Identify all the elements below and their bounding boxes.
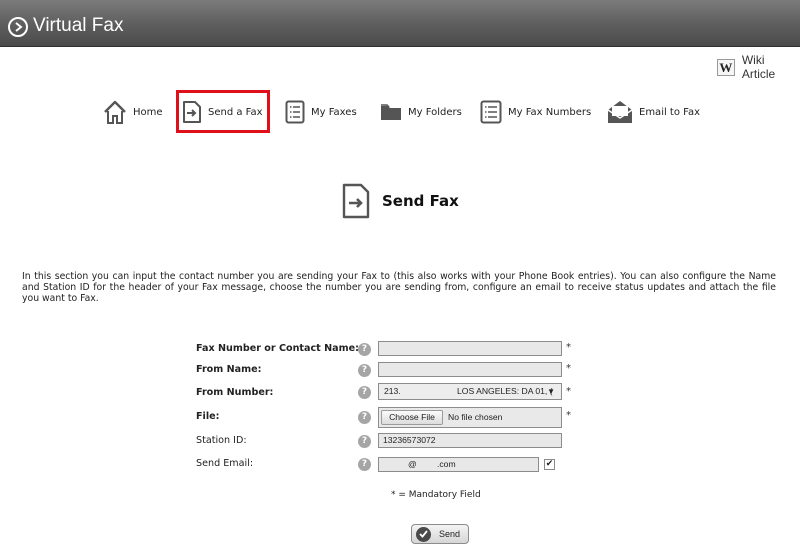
required-mark: *: [566, 363, 571, 374]
home-icon: [104, 100, 126, 124]
mandatory-note: * = Mandatory Field: [391, 490, 481, 500]
nav-label-send-a-fax: Send a Fax: [208, 106, 263, 118]
app-title: Virtual Fax: [33, 15, 124, 36]
nav-item-email-to-fax[interactable]: Email to Fax: [607, 100, 700, 124]
from-number-city: LOS ANGELES: DA 01, (: [457, 386, 553, 396]
title-bar: Virtual Fax: [0, 0, 800, 47]
nav-label-my-folders: My Folders: [408, 106, 462, 118]
dropdown-arrow-icon: ▼: [547, 387, 555, 396]
required-mark: *: [566, 386, 571, 397]
send-button[interactable]: Send: [411, 524, 469, 544]
send-fax-icon: [183, 101, 201, 123]
from-name-label: From Name:: [196, 364, 262, 375]
wiki-article-label: Wiki Article: [741, 53, 776, 81]
email-domain: .com: [437, 459, 456, 469]
nav-item-my-fax-numbers[interactable]: My Fax Numbers: [480, 100, 591, 124]
help-icon[interactable]: ?: [358, 411, 371, 424]
nav-item-my-faxes[interactable]: My Faxes: [285, 100, 357, 124]
from-number-select[interactable]: 213. LOS ANGELES: DA 01, ( ▼: [378, 383, 562, 400]
send-email-label: Send Email:: [196, 458, 254, 469]
station-id-input[interactable]: 13236573072: [378, 433, 562, 448]
nav-label-my-fax-numbers: My Fax Numbers: [508, 106, 592, 118]
help-icon[interactable]: ?: [358, 343, 371, 356]
folder-icon: [381, 104, 401, 120]
send-email-checkbox[interactable]: ✔: [544, 459, 555, 470]
required-mark: *: [566, 410, 571, 421]
from-number-code: 213.: [384, 386, 401, 396]
nav-label-email-to-fax: Email to Fax: [639, 106, 701, 118]
help-icon[interactable]: ?: [358, 386, 371, 399]
help-icon[interactable]: ?: [358, 364, 371, 377]
email-at: @: [408, 459, 417, 469]
page-heading: Send Fax: [342, 183, 459, 219]
from-name-input[interactable]: [378, 362, 562, 377]
list-icon: [285, 100, 305, 124]
fax-number-label: Fax Number or Contact Name:: [196, 343, 359, 354]
nav-label-my-faxes: My Faxes: [311, 106, 357, 118]
send-fax-icon: [342, 183, 370, 219]
send-email-input[interactable]: @ .com: [378, 457, 539, 472]
wiki-article-link[interactable]: W Wiki Article: [717, 53, 800, 81]
choose-file-button[interactable]: Choose File: [381, 410, 443, 425]
from-number-label: From Number:: [196, 387, 274, 398]
fax-number-input[interactable]: [378, 341, 562, 356]
envelope-icon: [607, 101, 633, 123]
help-icon[interactable]: ?: [358, 435, 371, 448]
file-input[interactable]: Choose File No file chosen: [378, 407, 562, 428]
station-id-label: Station ID:: [196, 435, 247, 446]
required-mark: *: [566, 342, 571, 353]
page-title: Send Fax: [382, 192, 459, 210]
send-label: Send: [439, 529, 461, 539]
help-icon[interactable]: ?: [358, 458, 371, 471]
file-label: File:: [196, 411, 220, 422]
intro-text: In this section you can input the contac…: [22, 271, 776, 304]
wikipedia-icon: W: [717, 58, 735, 76]
list-icon: [480, 100, 502, 124]
nav-item-home[interactable]: Home: [103, 100, 163, 124]
file-status: No file chosen: [448, 412, 503, 422]
nav-item-my-folders[interactable]: My Folders: [380, 102, 462, 122]
nav-item-send-a-fax[interactable]: Send a Fax: [182, 100, 263, 124]
checkmark-icon: [416, 526, 431, 542]
arrow-circle-icon: [8, 17, 28, 37]
nav-label-home: Home: [133, 106, 163, 118]
